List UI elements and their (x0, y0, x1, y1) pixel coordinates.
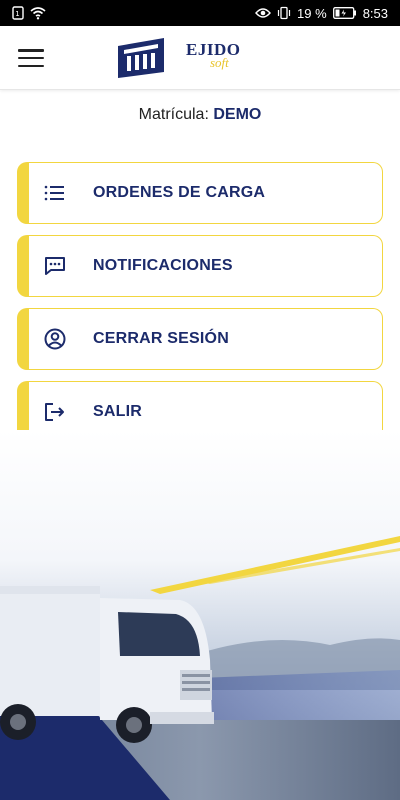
menu-line (18, 56, 44, 60)
svg-text:1: 1 (15, 10, 19, 18)
status-bar: 1 19 % 8:53 (0, 0, 400, 26)
plate-value: DEMO (213, 106, 262, 123)
menu-item-label: ORDENES DE CARGA (93, 184, 266, 201)
user-circle-icon (43, 327, 67, 351)
menu-item-label: CERRAR SESIÓN (93, 330, 229, 347)
plate-label: Matrícula: (138, 106, 209, 123)
logo-emblem-icon (118, 38, 164, 78)
menu-item-label: NOTIFICACIONES (93, 257, 233, 274)
status-left: 1 (12, 6, 46, 20)
logo-text-sub: soft (210, 55, 229, 70)
menu-line (18, 64, 44, 67)
menu-item-cerrar-sesion[interactable]: CERRAR SESIÓN (17, 308, 383, 370)
main-menu: ORDENES DE CARGA NOTIFICACIONES CERRAR S… (17, 162, 383, 454)
list-icon (43, 181, 67, 205)
vibrate-icon (277, 6, 291, 20)
clock: 8:53 (362, 5, 388, 21)
eye-icon (255, 8, 271, 18)
wifi-icon (30, 7, 46, 20)
chat-icon (43, 254, 67, 278)
sim-icon: 1 (12, 6, 24, 20)
battery-icon (332, 7, 356, 19)
plate-info: Matrícula: DEMO (0, 106, 400, 124)
hamburger-menu-button[interactable] (18, 46, 44, 70)
battery-percent: 19 % (297, 5, 327, 21)
ejidosoft-logo: EJIDO soft (116, 34, 256, 84)
menu-item-notificaciones[interactable]: NOTIFICACIONES (17, 235, 383, 297)
truck-background-image (0, 430, 400, 800)
app-screen: 1 19 % 8:53 EJIDO soft Matrícula: DEMO O… (0, 0, 400, 800)
status-right: 19 % 8:53 (255, 6, 388, 21)
menu-item-label: SALIR (93, 403, 142, 420)
exit-icon (43, 400, 67, 424)
app-bar: EJIDO soft (0, 26, 400, 90)
menu-line (18, 49, 44, 52)
menu-item-ordenes-de-carga[interactable]: ORDENES DE CARGA (17, 162, 383, 224)
